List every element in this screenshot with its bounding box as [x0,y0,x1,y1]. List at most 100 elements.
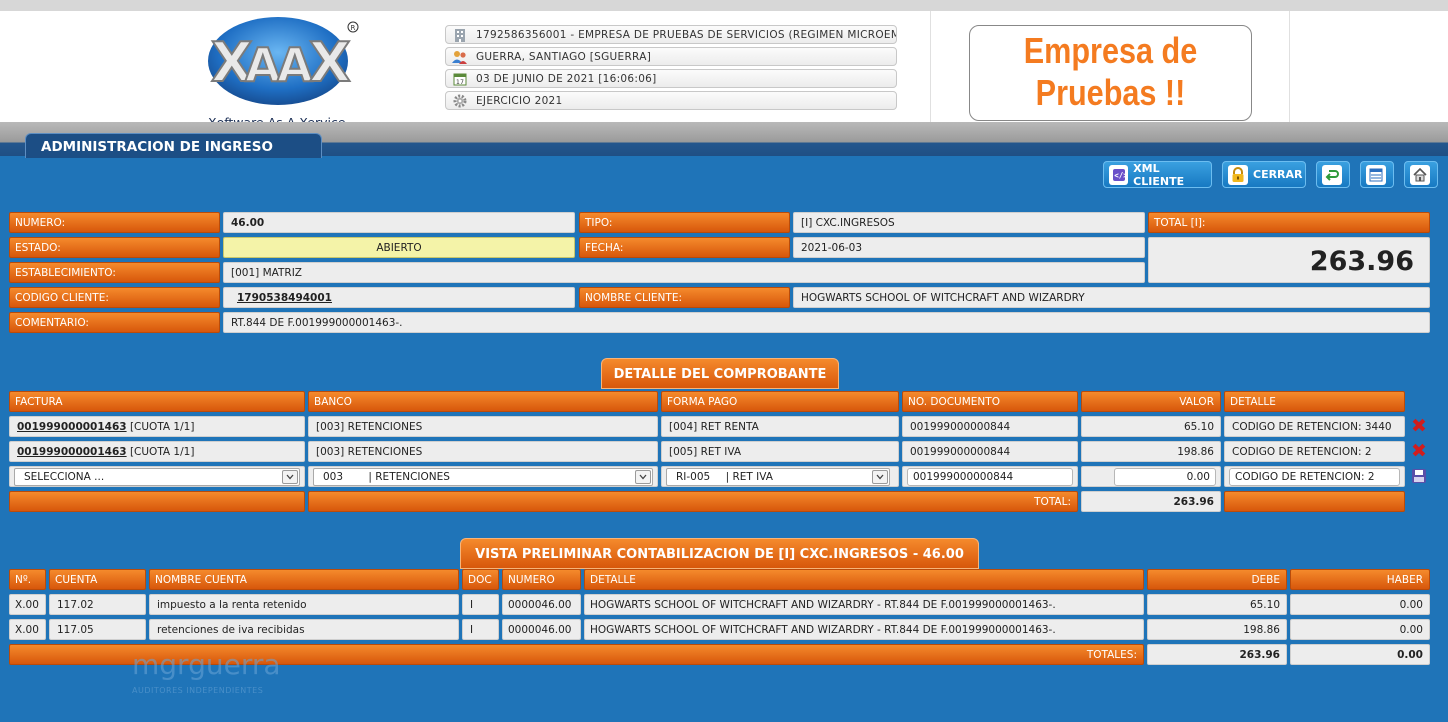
svg-text:</>: </> [1114,171,1126,180]
user-info: GUERRA, SANTIAGO [SGUERRA] [445,47,897,66]
col-factura: FACTURA [9,391,305,412]
table-row-banco: [003] RETENCIONES [308,441,658,462]
total-debe: 263.96 [1147,644,1287,665]
xml-cliente-button[interactable]: </> XML CLIENTE [1103,161,1212,188]
test-company-banner: Empresa de Pruebas !! [969,25,1252,121]
col-detalle: DETALLE [584,569,1144,590]
col-detalle: DETALLE [1224,391,1405,412]
delete-row-icon[interactable]: ✖ [1409,440,1429,462]
detalle-input[interactable]: CODIGO DE RETENCION: 2 [1229,468,1400,486]
col-valor: VALOR [1081,391,1221,412]
total-haber: 0.00 [1290,644,1430,665]
calendar-icon: 17 [452,71,468,87]
company-info: 1792586356001 - EMPRESA DE PRUEBAS DE SE… [445,25,897,44]
chevron-down-icon [872,470,888,484]
watermark-tagline: AUDITORES INDEPENDIENTES [132,686,264,695]
codigo-cliente-field: 1790538494001 [223,287,575,308]
col-haber: HABER [1290,569,1430,590]
total-label: TOTAL [I]: [1148,212,1430,233]
table-row-detalle: CODIGO DE RETENCION: 2 [1224,441,1405,462]
table-row-nombre: retenciones de iva recibidas [149,619,459,640]
table-row-haber: 0.00 [1290,594,1430,615]
save-icon[interactable] [1409,466,1429,486]
building-icon [452,27,468,43]
contab-section-title: VISTA PRELIMINAR CONTABILIZACION DE [I] … [460,538,979,569]
table-row-no: X.00 [9,619,46,640]
table-row-haber: 0.00 [1290,619,1430,640]
table-row-detalle: HOGWARTS SCHOOL OF WITCHCRAFT AND WIZARD… [584,594,1144,615]
table-row-numero: 0000046.00 [502,594,581,615]
chevron-down-icon [282,470,298,484]
list-view-button[interactable] [1360,161,1394,188]
return-arrow-icon [1322,164,1342,185]
table-row-forma: [005] RET IVA [661,441,899,462]
table-row-doc: 001999000000844 [902,416,1078,437]
xml-code-icon: </> [1109,164,1129,185]
table-row-nombre: impuesto a la renta retenido [149,594,459,615]
codigo-cliente-label: CODIGO CLIENTE: [9,287,220,308]
table-row-factura: 001999000001463 [CUOTA 1/1] [9,441,305,462]
banco-select[interactable]: 003 | RETENCIONES [313,468,653,486]
table-row-cuenta: 117.02 [49,594,146,615]
lock-icon [1228,164,1248,185]
forma-pago-select[interactable]: RI-005 | RET IVA [666,468,890,486]
nombre-cliente-label: NOMBRE CLIENTE: [579,287,790,308]
table-row-numero: 0000046.00 [502,619,581,640]
col-forma-pago: FORMA PAGO [661,391,899,412]
tipo-label: TIPO: [579,212,790,233]
cerrar-button[interactable]: CERRAR [1222,161,1306,188]
delete-row-icon[interactable]: ✖ [1409,415,1429,437]
table-row-no: X.00 [9,594,46,615]
detalle-total-value: 263.96 [1081,491,1221,512]
exercise-text: EJERCICIO 2021 [476,94,563,107]
detalle-total-label: TOTAL: [308,491,1078,512]
total-value: 263.96 [1148,237,1430,283]
detalle-section-title: DETALLE DEL COMPROBANTE [601,358,839,389]
codigo-cliente-link[interactable]: 1790538494001 [237,292,332,304]
col-cuenta: CUENTA [49,569,146,590]
table-row-cuenta: 117.05 [49,619,146,640]
table-row-doc: 001999000000844 [902,441,1078,462]
tipo-value: [I] CXC.INGRESOS [793,212,1145,233]
svg-text:17: 17 [456,79,464,86]
test-company-text: Empresa de Pruebas !! [1023,30,1198,113]
list-icon [1366,164,1386,185]
home-button[interactable] [1404,161,1438,188]
chevron-down-icon [635,470,651,484]
col-banco: BANCO [308,391,658,412]
table-row-debe: 198.86 [1147,619,1287,640]
factura-link[interactable]: 001999000001463 [17,446,127,458]
col-no-documento: NO. DOCUMENTO [902,391,1078,412]
factura-link[interactable]: 001999000001463 [17,421,127,433]
estado-value: ABIERTO [223,237,575,258]
company-text: 1792586356001 - EMPRESA DE PRUEBAS DE SE… [476,28,897,41]
no-documento-input[interactable]: 001999000000844 [907,468,1073,486]
session-info: 1792586356001 - EMPRESA DE PRUEBAS DE SE… [445,25,897,113]
date-text: 03 DE JUNIO DE 2021 [16:06:06] [476,72,657,85]
exercise-info: EJERCICIO 2021 [445,91,897,110]
date-info: 17 03 DE JUNIO DE 2021 [16:06:06] [445,69,897,88]
svg-text:X: X [309,31,351,94]
table-row-forma: [004] RET RENTA [661,416,899,437]
establecimiento-value: [001] MATRIZ [223,262,1145,283]
return-button[interactable] [1316,161,1350,188]
auditor-watermark: mgrguerra AUDITORES INDEPENDIENTES [132,650,281,696]
table-row-doc: I [462,619,499,640]
comentario-value: RT.844 DE F.001999000001463-. [223,312,1430,333]
header-divider [1289,11,1290,133]
cerrar-label: CERRAR [1253,168,1303,181]
col-no: Nº. [9,569,46,590]
table-row-doc: I [462,594,499,615]
table-row-debe: 65.10 [1147,594,1287,615]
valor-input[interactable]: 0.00 [1114,468,1216,486]
detalle-total-bar [9,491,305,512]
col-doc: DOC [462,569,499,590]
users-icon [452,49,468,65]
factura-select[interactable]: SELECCIONA ... [14,468,300,486]
user-text: GUERRA, SANTIAGO [SGUERRA] [476,50,652,63]
tab-administracion-ingreso[interactable]: ADMINISTRACION DE INGRESO [25,133,322,158]
col-numero: NUMERO [502,569,581,590]
fecha-value: 2021-06-03 [793,237,1145,258]
app-header: X A A X R Xoftware As A Xervice 17925863… [0,0,1448,133]
establecimiento-label: ESTABLECIMIENTO: [9,262,220,283]
